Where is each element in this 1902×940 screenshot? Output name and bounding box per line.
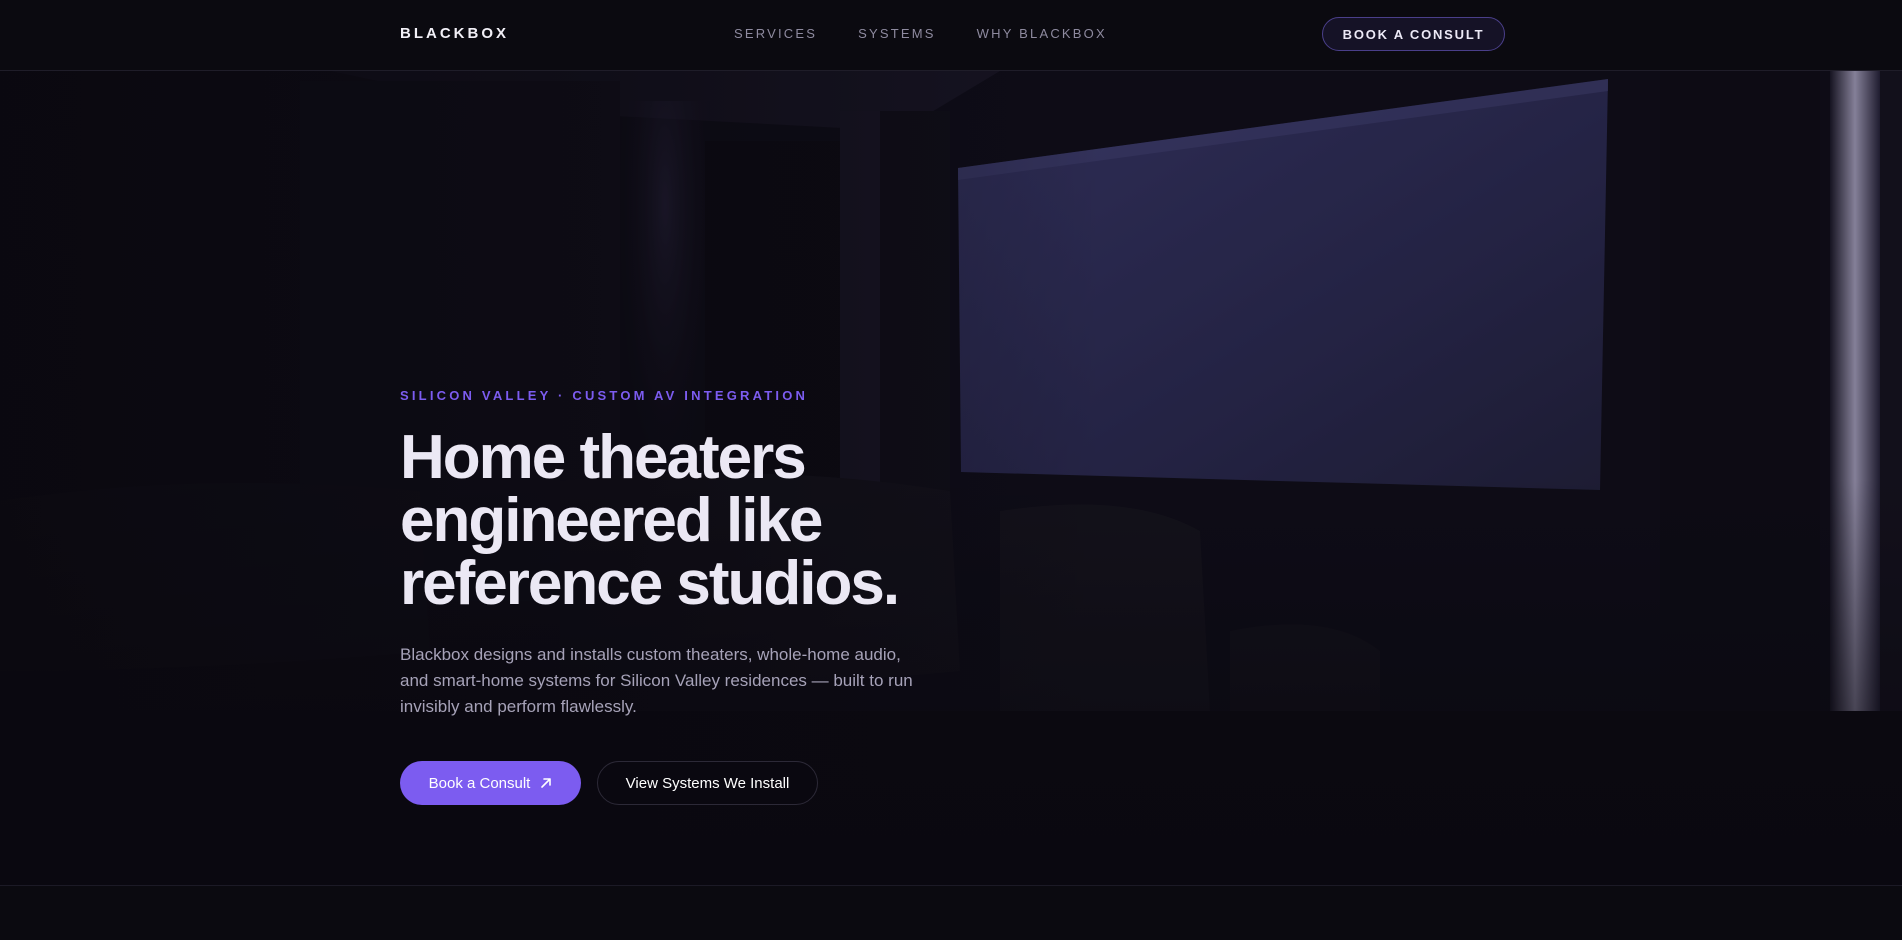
nav-link-why-blackbox[interactable]: WHY BLACKBOX bbox=[977, 26, 1107, 41]
book-consult-button[interactable]: Book a Consult bbox=[400, 761, 581, 805]
brand-logo[interactable]: BLACKBOX bbox=[400, 25, 509, 42]
hero-section: SILICON VALLEY · CUSTOM AV INTEGRATION H… bbox=[0, 71, 1902, 886]
nav-links: SERVICES SYSTEMS WHY BLACKBOX bbox=[734, 26, 1107, 41]
hero-eyebrow: SILICON VALLEY · CUSTOM AV INTEGRATION bbox=[400, 388, 809, 403]
nav-link-services[interactable]: SERVICES bbox=[734, 26, 817, 41]
hero-headline: Home theaters engineered like reference … bbox=[400, 426, 1080, 615]
headline-line-2: engineered like bbox=[400, 486, 823, 555]
next-section bbox=[0, 886, 1902, 940]
book-consult-label: Book a Consult bbox=[428, 774, 531, 792]
headline-line-3: reference studios. bbox=[400, 549, 900, 618]
nav-link-systems[interactable]: SYSTEMS bbox=[858, 26, 936, 41]
top-navigation: BLACKBOX SERVICES SYSTEMS WHY BLACKBOX B… bbox=[0, 0, 1902, 71]
view-systems-button[interactable]: View Systems We Install bbox=[597, 761, 818, 805]
hero-description: Blackbox designs and installs custom the… bbox=[400, 645, 913, 716]
book-consult-nav-button[interactable]: BOOK A CONSULT bbox=[1322, 17, 1505, 51]
arrow-up-right-icon bbox=[540, 777, 552, 789]
headline-line-1: Home theaters bbox=[400, 423, 807, 492]
